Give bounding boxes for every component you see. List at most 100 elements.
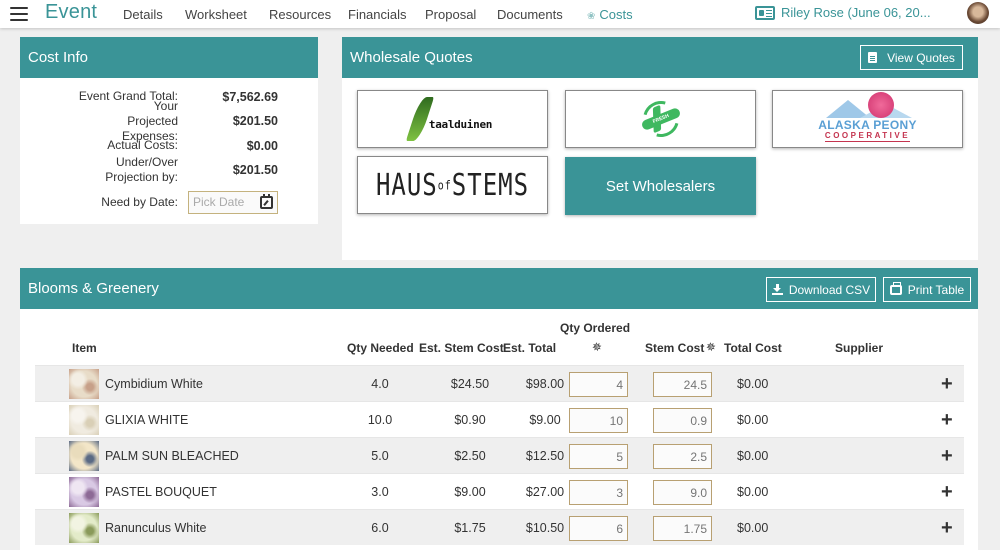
est-stem-cost: $9.00 <box>454 484 486 499</box>
blooms-title: Blooms & Greenery <box>28 280 159 297</box>
flower-thumbnail <box>69 405 99 435</box>
cost-row-projected-expenses: Your Projected Expenses: $201.50 <box>20 99 318 143</box>
est-stem-cost: $24.50 <box>450 376 490 391</box>
view-quotes-button[interactable]: View Quotes <box>860 45 963 70</box>
column-header-stem-cost[interactable]: Stem Cost <box>645 341 704 355</box>
table-header: Item Qty Needed Est. Stem Cost Est. Tota… <box>20 309 978 365</box>
stem-cost-input[interactable] <box>653 372 712 397</box>
scrollbar-track[interactable] <box>978 268 1000 550</box>
item-name[interactable]: PALM SUN BLEACHED <box>105 449 239 463</box>
of-logo-text: of <box>437 179 452 194</box>
stem-cost-input[interactable] <box>653 480 712 505</box>
nav-link-proposal[interactable]: Proposal <box>425 7 476 22</box>
qty-ordered-input[interactable] <box>569 516 628 541</box>
est-stem-cost: $1.75 <box>454 520 486 535</box>
column-header-supplier[interactable]: Supplier <box>835 341 883 355</box>
need-by-date-label: Need by Date: <box>101 195 178 209</box>
print-table-button[interactable]: Print Table <box>883 277 971 302</box>
plus-icon[interactable]: + <box>941 446 953 466</box>
est-stem-cost: $0.90 <box>454 412 486 427</box>
table-row: PASTEL BOUQUET 3.0 $9.00 $27.00 $0.00 + <box>35 473 964 509</box>
column-header-qty-ordered[interactable]: Qty Ordered <box>560 321 630 335</box>
flower-thumbnail <box>69 441 99 471</box>
item-name[interactable]: Cymbidium White <box>105 377 203 391</box>
haus-logo-text: HAUS <box>375 167 438 203</box>
cost-value: $0.00 <box>246 138 278 153</box>
qty-needed: 5.0 <box>371 448 389 463</box>
item-name[interactable]: GLIXIA WHITE <box>105 413 188 427</box>
cost-row-actual-costs: Actual Costs: $0.00 <box>20 137 318 154</box>
table-row: Cymbidium White 4.0 $24.50 $98.00 $0.00 … <box>35 365 964 401</box>
cost-value: $7,562.69 <box>222 89 278 104</box>
flower-thumbnail <box>69 477 99 507</box>
download-csv-label: Download CSV <box>788 282 871 297</box>
stem-cost-input[interactable] <box>653 516 712 541</box>
cost-info-panel: Cost Info Event Grand Total: $7,562.69 Y… <box>20 37 318 224</box>
item-name[interactable]: PASTEL BOUQUET <box>105 485 217 499</box>
stem-cost-input[interactable] <box>653 444 712 469</box>
cost-label: Your Projected Expenses: <box>121 98 178 143</box>
wholesaler-alaska-peony[interactable]: ALASKA PEONY COOPERATIVE <box>772 90 963 148</box>
qty-needed: 10.0 <box>367 412 393 427</box>
table-row: GLIXIA WHITE 10.0 $0.90 $9.00 $0.00 + <box>35 401 964 437</box>
qty-ordered-input[interactable] <box>569 408 628 433</box>
need-by-date-row: Need by Date: Pick Date <box>20 188 318 216</box>
cost-info-title: Cost Info <box>28 49 89 66</box>
item-name[interactable]: Ranunculus White <box>105 521 206 535</box>
nav-link-resources[interactable]: Resources <box>269 7 331 22</box>
total-cost: $0.00 <box>737 448 769 463</box>
set-wholesalers-button[interactable]: Set Wholesalers <box>565 157 756 215</box>
column-header-total-cost[interactable]: Total Cost <box>724 341 782 355</box>
cost-row-under-over: Under/Over Projection by: $201.50 <box>20 154 318 186</box>
top-navigation-bar: Event Details Worksheet Resources Financ… <box>0 0 1000 28</box>
client-event-selector[interactable]: Riley Rose (June 06, 20... <box>755 5 931 20</box>
qty-ordered-input[interactable] <box>569 480 628 505</box>
total-cost: $0.00 <box>737 412 769 427</box>
wholesaler-haus-of-stems[interactable]: HAUSofSTEMS <box>357 156 548 214</box>
wholesale-quotes-title: Wholesale Quotes <box>350 49 473 66</box>
qty-ordered-input[interactable] <box>569 372 628 397</box>
plus-icon[interactable]: + <box>941 518 953 538</box>
nav-link-financials[interactable]: Financials <box>348 7 407 22</box>
wholesaler-fresh[interactable]: FRESH <box>565 90 756 148</box>
qty-needed: 3.0 <box>371 484 389 499</box>
qty-needed: 6.0 <box>371 520 389 535</box>
nav-link-costs[interactable]: ❀ Costs <box>587 7 633 22</box>
column-header-item[interactable]: Item <box>72 341 97 355</box>
calendar-icon[interactable] <box>260 193 273 209</box>
magic-wand-icon[interactable]: ✵ <box>705 339 717 355</box>
need-by-date-input[interactable]: Pick Date <box>188 190 278 214</box>
flower-thumbnail <box>69 513 99 543</box>
column-header-est-total[interactable]: Est. Total <box>503 341 556 355</box>
plus-icon[interactable]: + <box>941 374 953 394</box>
qty-ordered-input[interactable] <box>569 444 628 469</box>
alaska-logo-text: ALASKA PEONY <box>818 118 917 132</box>
alaska-peony-logo: ALASKA PEONY COOPERATIVE <box>818 92 917 142</box>
brand-title: Event <box>45 1 98 23</box>
plus-icon[interactable]: + <box>941 482 953 502</box>
plus-icon[interactable]: + <box>941 410 953 430</box>
nav-link-worksheet[interactable]: Worksheet <box>185 7 247 22</box>
user-avatar[interactable] <box>967 2 989 24</box>
staalduinen-logo: taalduinen <box>405 97 493 141</box>
cooperative-logo-text: COOPERATIVE <box>824 131 911 142</box>
leaf-icon: ❀ <box>587 11 596 22</box>
stem-cost-input[interactable] <box>653 408 712 433</box>
cost-label: Under/Over Projection by: <box>105 155 178 184</box>
nav-link-documents[interactable]: Documents <box>497 7 563 22</box>
blooms-greenery-panel: Blooms & Greenery Download CSV Print Tab… <box>20 268 978 550</box>
wholesaler-staalduinen[interactable]: taalduinen <box>357 90 548 148</box>
table-row: Ranunculus White 6.0 $1.75 $10.50 $0.00 … <box>35 509 964 545</box>
date-placeholder: Pick Date <box>193 195 245 209</box>
hamburger-icon[interactable] <box>10 7 28 21</box>
client-name: Riley Rose (June 06, 20... <box>781 5 931 20</box>
cost-label: Actual Costs: <box>107 138 178 152</box>
document-icon <box>868 52 878 63</box>
download-csv-button[interactable]: Download CSV <box>766 277 876 302</box>
magic-wand-icon[interactable]: ✵ <box>591 339 603 355</box>
column-header-qty-needed[interactable]: Qty Needed <box>347 341 414 355</box>
est-stem-cost: $2.50 <box>454 448 486 463</box>
nav-link-details[interactable]: Details <box>123 7 163 22</box>
staalduinen-logo-text: taalduinen <box>428 118 493 131</box>
column-header-est-stem-cost[interactable]: Est. Stem Cost <box>419 341 504 355</box>
